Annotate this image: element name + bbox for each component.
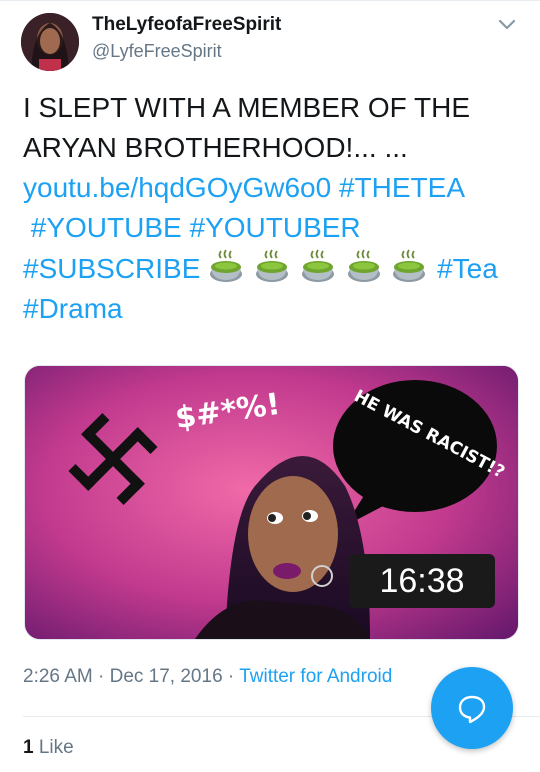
hashtag-drama[interactable]: #Drama: [23, 293, 123, 324]
likes-label: Like: [38, 737, 74, 758]
reply-button[interactable]: [431, 667, 513, 749]
tweet-meta: 2:26 AM · Dec 17, 2016 · Twitter for And…: [23, 666, 392, 688]
chevron-down-icon[interactable]: [494, 12, 520, 38]
likes-count: 1: [23, 737, 34, 758]
avatar[interactable]: [21, 13, 79, 71]
teacup-icon: [210, 249, 243, 282]
teacup-icon: [347, 249, 380, 282]
hashtag-youtube[interactable]: #YOUTUBE: [31, 212, 182, 243]
hashtag-subscribe[interactable]: #SUBSCRIBE: [23, 253, 200, 284]
tweet-line-2: ARYAN BROTHERHOOD!... ...: [23, 132, 408, 163]
tea-emoji-group: [208, 249, 437, 284]
hashtag-thetea[interactable]: #THETEA: [339, 172, 465, 203]
tweet-line-1: I SLEPT WITH A MEMBER OF THE: [23, 92, 471, 123]
tweet-source[interactable]: Twitter for Android: [239, 666, 392, 687]
hashtag-tea[interactable]: #Tea: [437, 253, 498, 284]
hashtag-youtuber[interactable]: #YOUTUBER: [190, 212, 361, 243]
video-duration: 16:38: [349, 554, 495, 608]
author-name[interactable]: TheLyfeofaFreeSpirit: [92, 14, 281, 36]
top-divider: [0, 0, 540, 1]
meta-separator: ·: [92, 666, 110, 687]
likes-stat[interactable]: 1 Like: [23, 737, 74, 759]
tweet-date: Dec 17, 2016: [109, 666, 223, 687]
avatar-photo: [21, 13, 79, 71]
teacup-icon: [301, 249, 334, 282]
tweet-time: 2:26 AM: [23, 666, 93, 687]
teacup-icon: [393, 249, 426, 282]
reply-bubble-icon: [458, 695, 486, 724]
tweet-text: I SLEPT WITH A MEMBER OF THE ARYAN BROTH…: [23, 88, 523, 329]
author-handle[interactable]: @LyfeFreeSpirit: [92, 41, 222, 62]
meta-separator: ·: [222, 666, 240, 687]
teacup-icon: [255, 249, 288, 282]
youtube-link[interactable]: youtu.be/hqdGOyGw6o0: [23, 172, 331, 203]
